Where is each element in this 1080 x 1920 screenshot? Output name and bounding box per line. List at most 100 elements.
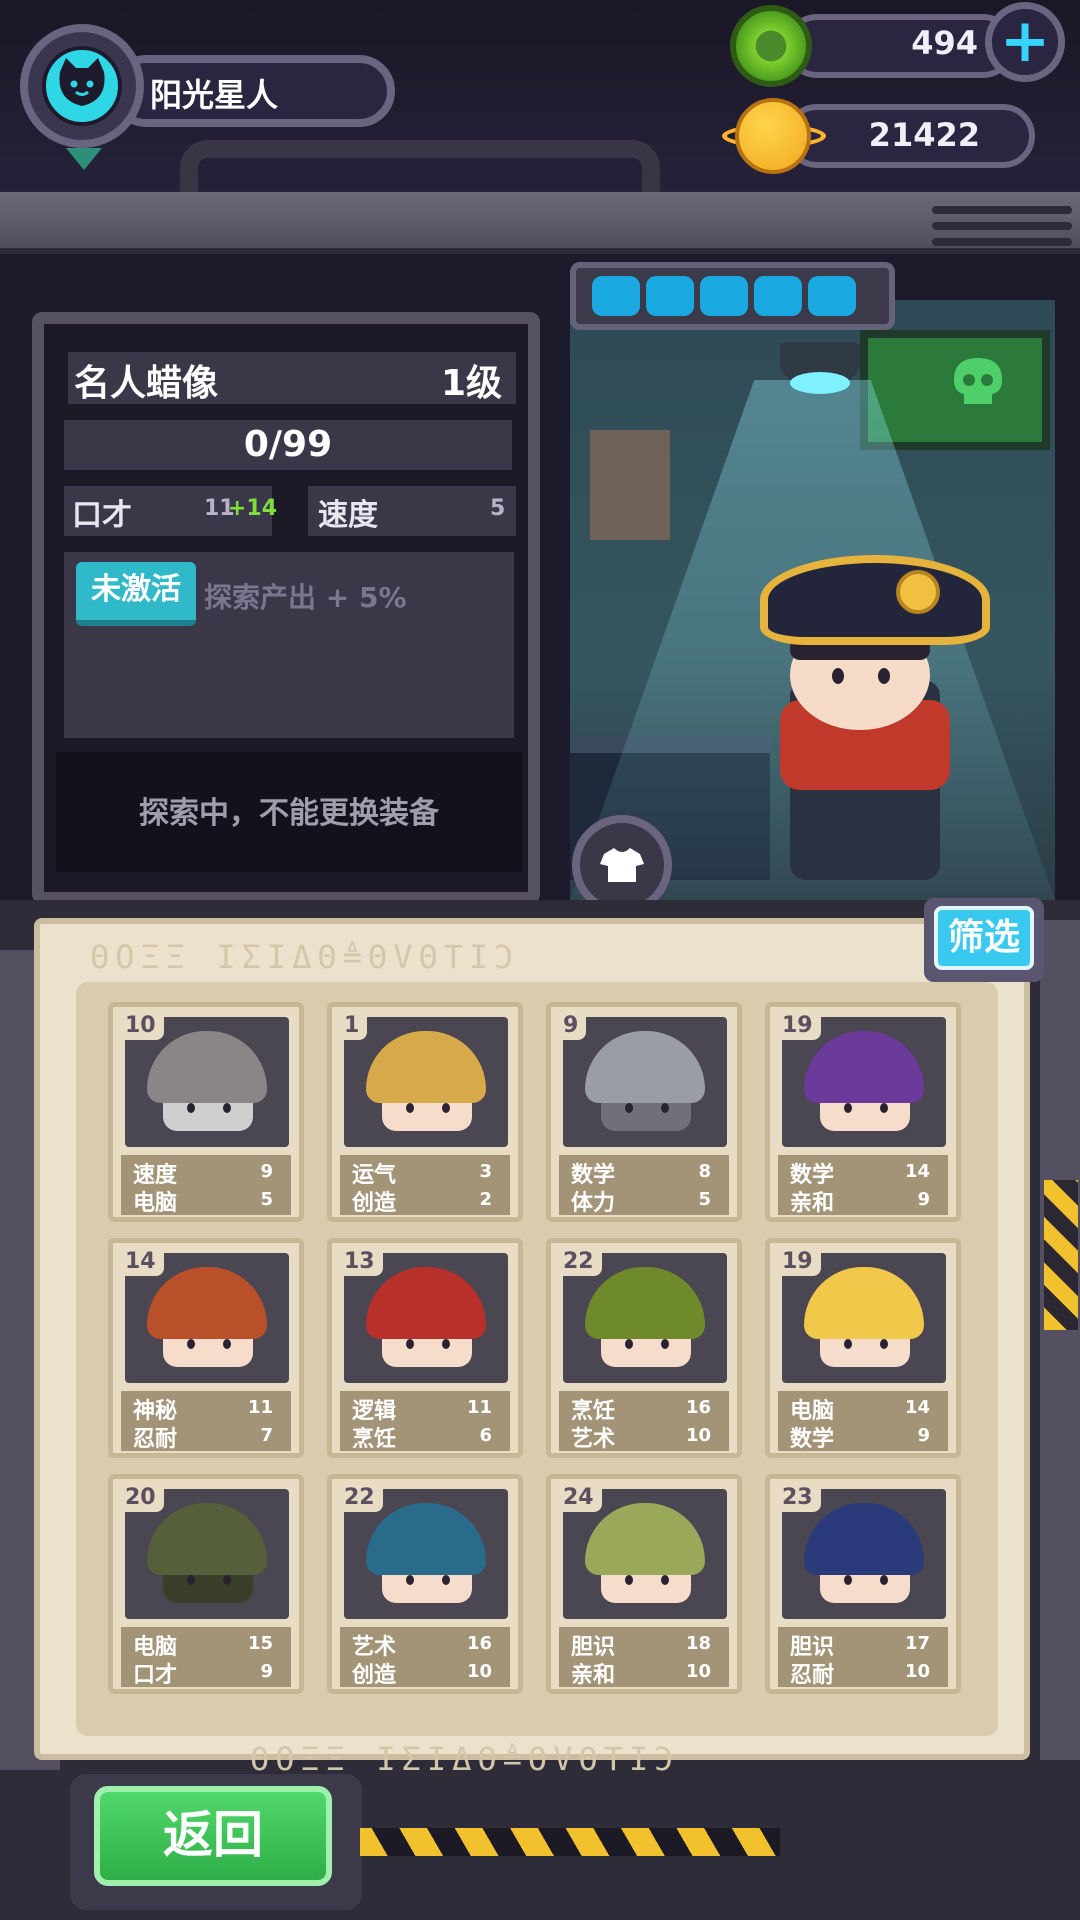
portrait-eye: [661, 1575, 669, 1585]
portrait-eye: [406, 1103, 414, 1113]
item-portrait: [563, 1017, 727, 1147]
item-card[interactable]: 10 速度 9 电脑 5: [108, 1002, 304, 1222]
portrait-eye: [880, 1103, 888, 1113]
avatar[interactable]: [42, 46, 122, 126]
item-card[interactable]: 20 电脑 15 口才 9: [108, 1474, 304, 1694]
add-gems-button[interactable]: +: [985, 2, 1065, 82]
item-stats: 运气 3 创造 2: [340, 1155, 510, 1216]
filter-button[interactable]: 筛选: [934, 906, 1034, 970]
portrait-eye: [187, 1103, 195, 1113]
portrait-hat: [804, 1267, 924, 1339]
item-level-number: 14: [119, 1249, 164, 1276]
item-level-number: 19: [776, 1249, 821, 1276]
cat-face-icon: [59, 58, 105, 106]
stat-value: 16: [685, 1397, 711, 1418]
portrait-eye: [187, 1339, 195, 1349]
portrait-eye: [223, 1575, 231, 1585]
item-stats: 数学 14 亲和 9: [778, 1155, 948, 1216]
gem-amount: 494: [911, 24, 978, 62]
portrait-hat: [585, 1031, 705, 1103]
portrait-eye: [223, 1103, 231, 1113]
item-stats: 数学 8 体力 5: [559, 1155, 729, 1216]
stat-value: 14: [904, 1161, 930, 1182]
item-card[interactable]: 19 数学 14 亲和 9: [765, 1002, 961, 1222]
item-card[interactable]: 19 电脑 14 数学 9: [765, 1238, 961, 1458]
portrait-eye: [442, 1103, 450, 1113]
floor-hazard-stripe: [360, 1828, 780, 1856]
item-title: 名人蜡像: [74, 363, 219, 404]
portrait-eye: [661, 1103, 669, 1113]
stat-value: 11: [466, 1397, 492, 1418]
portrait-eye: [661, 1339, 669, 1349]
item-level-number: 9: [557, 1013, 587, 1040]
portrait-eye: [625, 1575, 633, 1585]
item-level-number: 24: [557, 1485, 602, 1512]
stat-value: 10: [904, 1661, 930, 1682]
vent-decor: [932, 206, 1072, 214]
energy-segment: [808, 276, 856, 316]
portrait-eye: [880, 1339, 888, 1349]
stat-name: 创造: [352, 1663, 397, 1688]
hat-badge: [896, 570, 940, 614]
vent-decor: [932, 222, 1072, 230]
item-card[interactable]: 9 数学 8 体力 5: [546, 1002, 742, 1222]
portrait-hat: [585, 1267, 705, 1339]
coin-amount: 21422: [868, 116, 980, 154]
back-button[interactable]: 返回: [94, 1786, 332, 1886]
stat-value: 18: [685, 1633, 711, 1654]
portrait-eye: [406, 1575, 414, 1585]
item-portrait: [344, 1017, 508, 1147]
item-card[interactable]: 1 运气 3 创造 2: [327, 1002, 523, 1222]
stat-name: 体力: [571, 1191, 616, 1216]
item-progress: 0/99: [243, 424, 333, 465]
portrait-eye: [442, 1339, 450, 1349]
portrait-hat: [147, 1267, 267, 1339]
item-stats: 胆识 17 忍耐 10: [778, 1627, 948, 1688]
item-card[interactable]: 13 逻辑 11 烹饪 6: [327, 1238, 523, 1458]
portrait-eye: [223, 1339, 231, 1349]
rune-header: ΘՕΞΞ ΙΣΙΔΘ≜ΘVΘΤΙϽ: [90, 938, 520, 976]
lamp-glow: [790, 372, 850, 394]
shirt-icon: [600, 848, 644, 882]
stat-name: 口才: [133, 1663, 178, 1688]
energy-segment: [700, 276, 748, 316]
item-card[interactable]: 14 神秘 11 忍耐 7: [108, 1238, 304, 1458]
wall-note: [590, 430, 670, 540]
stat-value: 9: [917, 1425, 930, 1446]
stat-bonus: +14: [228, 496, 278, 521]
energy-segment: [592, 276, 640, 316]
rune-footer: ΘՕΞΞ ΙΣΙΔΘ≜ΘVΘΤΙϽ: [250, 1740, 680, 1778]
gem-icon: [730, 5, 812, 87]
item-card[interactable]: 22 艺术 16 创造 10: [327, 1474, 523, 1694]
stat-value: 9: [260, 1161, 273, 1182]
portrait-hat: [147, 1503, 267, 1575]
portrait-eye: [406, 1339, 414, 1349]
item-card[interactable]: 23 胆识 17 忍耐 10: [765, 1474, 961, 1694]
item-level-number: 19: [776, 1013, 821, 1040]
stat-value: 15: [247, 1633, 273, 1654]
skill-status-badge: 未激活: [76, 562, 196, 626]
item-stats: 艺术 16 创造 10: [340, 1627, 510, 1688]
stat-name: 亲和: [571, 1663, 616, 1688]
skill-description: 探索产出 + 5%: [204, 581, 407, 614]
stat-value: 2: [479, 1189, 492, 1210]
portrait-hat: [366, 1031, 486, 1103]
portrait-eye: [844, 1103, 852, 1113]
stat-value: 3: [479, 1161, 492, 1182]
background-pipe: [180, 140, 660, 200]
item-level-number: 22: [557, 1249, 602, 1276]
item-card[interactable]: 24 胆识 18 亲和 10: [546, 1474, 742, 1694]
stat-value: 7: [260, 1425, 273, 1446]
stat-value: 11: [247, 1397, 273, 1418]
stat-name: 艺术: [571, 1427, 616, 1452]
metal-frame-bar: [0, 192, 1080, 254]
item-level-number: 10: [119, 1013, 164, 1040]
stat-value: 5: [490, 496, 506, 521]
portrait-eye: [880, 1575, 888, 1585]
stat-value: 14: [904, 1397, 930, 1418]
character-eye: [832, 668, 844, 684]
item-level: 1级: [440, 363, 502, 404]
item-card[interactable]: 22 烹饪 16 艺术 10: [546, 1238, 742, 1458]
item-stats: 胆识 18 亲和 10: [559, 1627, 729, 1688]
portrait-hat: [366, 1503, 486, 1575]
